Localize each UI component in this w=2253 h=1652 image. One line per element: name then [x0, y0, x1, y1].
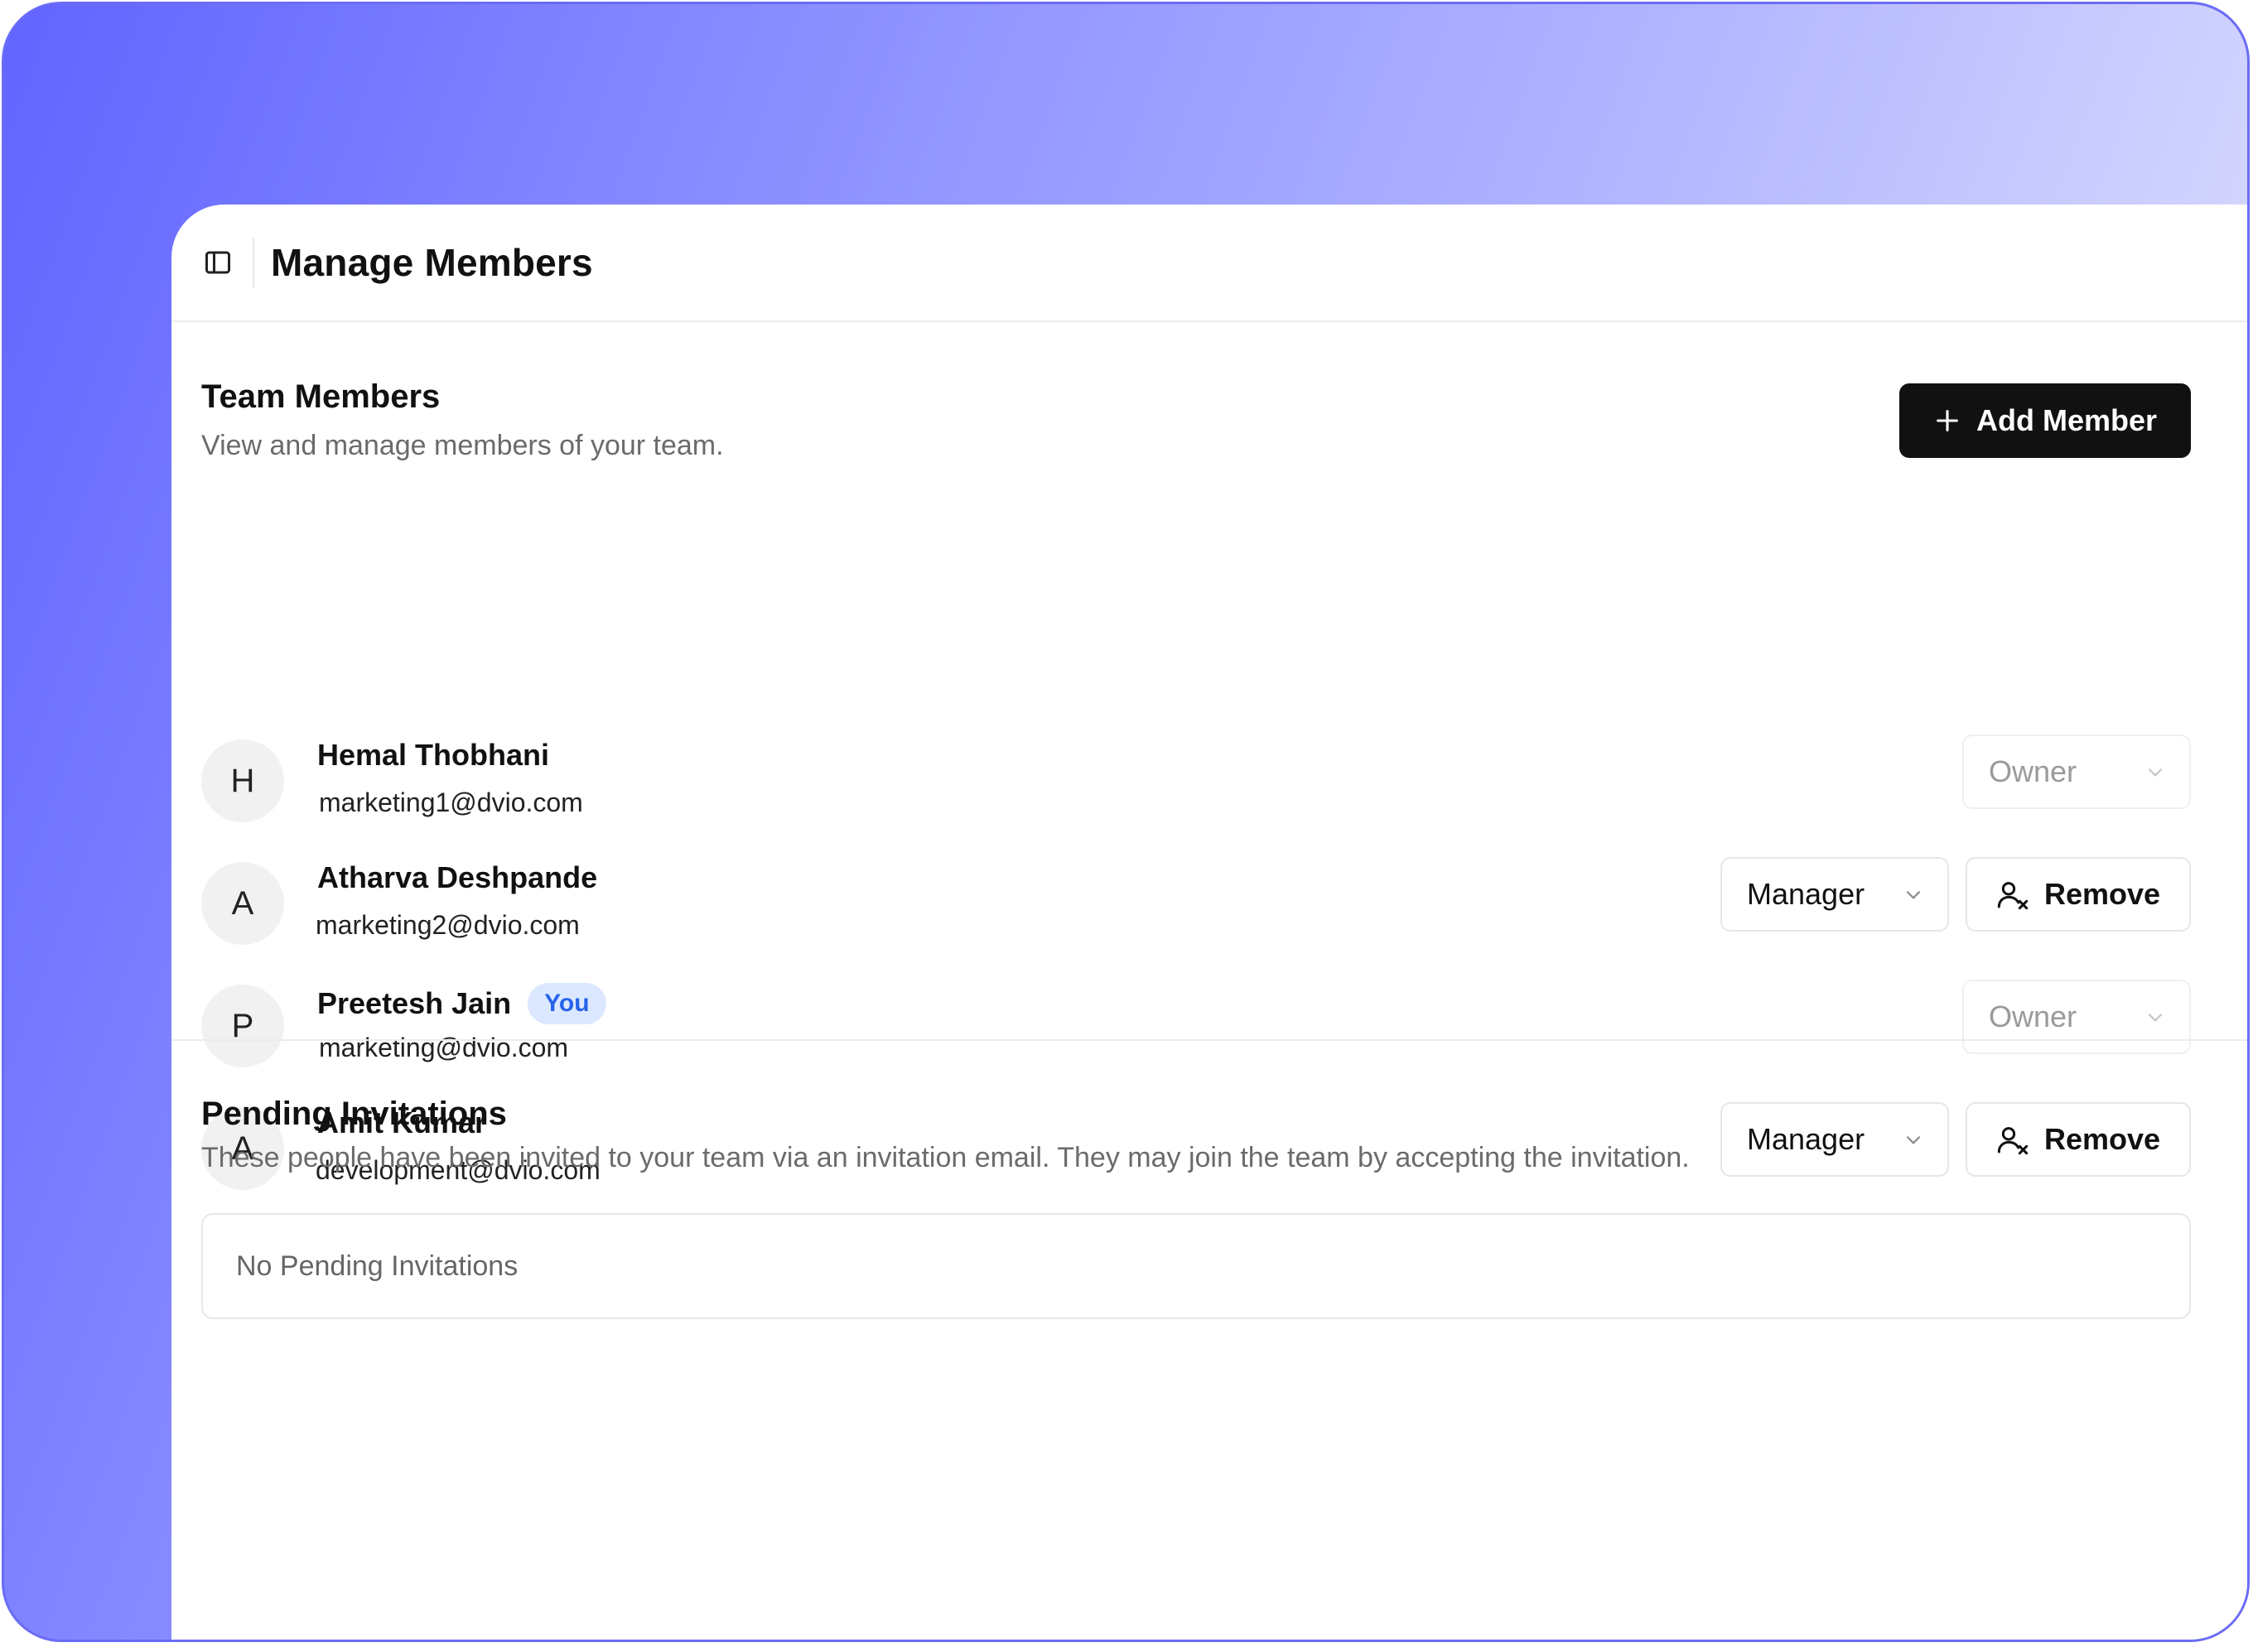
chevron-down-icon: [2148, 1013, 2163, 1022]
chevron-down-icon: [1906, 1135, 1921, 1144]
member-email: marketing@dvio.com: [319, 1033, 569, 1062]
team-members-description: View and manage members of your team.: [201, 430, 724, 461]
member-name: Hemal Thobhani: [317, 738, 550, 772]
member-row: A Atharva Deshpande marketing2@dvio.com …: [171, 842, 2247, 965]
chevron-down-icon: [1906, 890, 1921, 899]
role-select[interactable]: Manager: [1720, 857, 1949, 932]
top-bar: Manage Members: [171, 205, 2247, 322]
user-remove-icon: [1997, 882, 2029, 910]
section-divider: [171, 1039, 2247, 1041]
team-members-title: Team Members: [201, 378, 441, 415]
avatar: H: [201, 739, 284, 822]
sidebar-toggle-icon[interactable]: [201, 246, 234, 279]
role-value: Owner: [1989, 999, 2077, 1033]
member-row: H Hemal Thobhani marketing1@dvio.com Own…: [171, 720, 2247, 842]
avatar: A: [201, 862, 284, 945]
role-select: Owner: [1962, 980, 2191, 1054]
add-member-label: Add Member: [1976, 403, 2158, 437]
member-row: P Preetesh Jain You marketing@dvio.com O…: [171, 965, 2247, 1087]
role-value: Manager: [1747, 1122, 1865, 1156]
empty-state-text: No Pending Invitations: [236, 1250, 519, 1282]
topbar-divider: [253, 238, 254, 287]
member-email: marketing2@dvio.com: [316, 910, 580, 940]
main-panel: Manage Members Team Members View and man…: [171, 205, 2247, 1640]
avatar: P: [201, 985, 284, 1067]
app-frame: Manage Members Team Members View and man…: [2, 2, 2250, 1642]
pending-invitations-empty: No Pending Invitations: [201, 1213, 2191, 1319]
chevron-down-icon: [2148, 768, 2163, 777]
remove-member-button[interactable]: Remove: [1966, 1102, 2191, 1177]
remove-label: Remove: [2043, 877, 2161, 911]
add-member-button[interactable]: Add Member: [1899, 383, 2191, 458]
user-remove-icon: [1997, 1127, 2029, 1155]
member-name: Preetesh Jain You: [317, 983, 606, 1024]
role-value: Owner: [1989, 754, 2077, 788]
member-name: Atharva Deshpande: [317, 860, 598, 894]
role-value: Manager: [1747, 877, 1865, 911]
remove-member-button[interactable]: Remove: [1966, 857, 2191, 932]
plus-icon: [1937, 410, 1958, 431]
page-title: Manage Members: [271, 241, 593, 284]
pending-invitations-description: These people have been invited to your t…: [201, 1142, 1690, 1173]
role-select[interactable]: Manager: [1720, 1102, 1949, 1177]
pending-invitations-title: Pending Invitations: [201, 1096, 507, 1132]
role-select: Owner: [1962, 734, 2191, 809]
you-badge: You: [528, 983, 606, 1024]
remove-label: Remove: [2043, 1122, 2161, 1156]
member-email: marketing1@dvio.com: [319, 787, 583, 817]
